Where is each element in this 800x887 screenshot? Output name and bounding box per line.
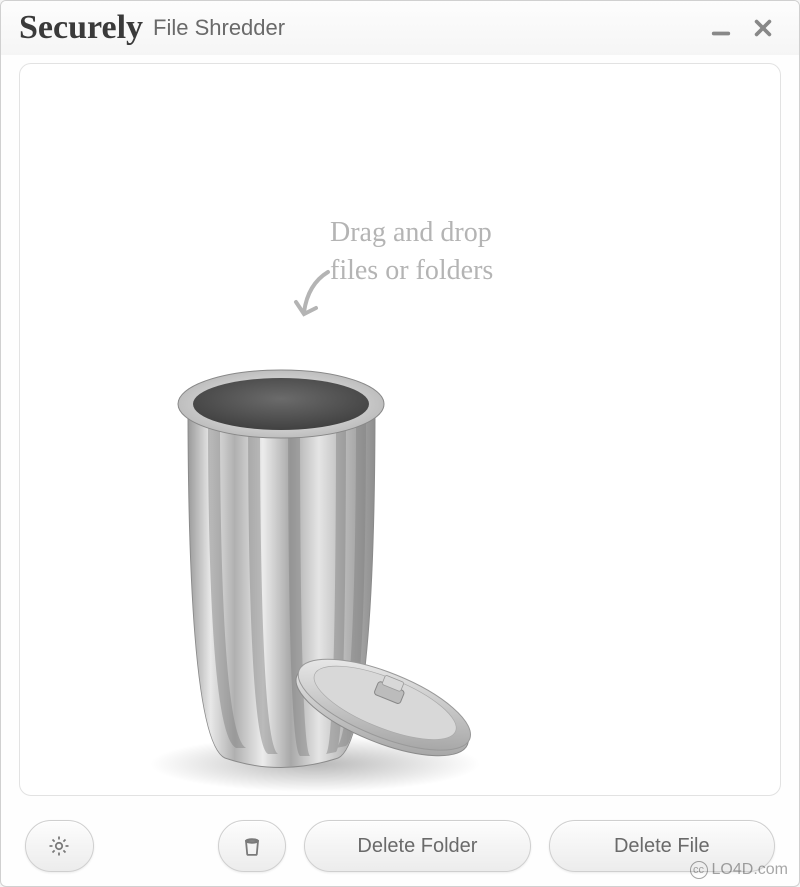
close-icon bbox=[752, 17, 774, 39]
cc-icon: cc bbox=[690, 861, 708, 879]
watermark-text: LO4D.com bbox=[712, 861, 788, 879]
gear-icon bbox=[47, 834, 71, 858]
trash-can-open-icon bbox=[140, 334, 560, 794]
empty-trash-button[interactable] bbox=[218, 820, 287, 872]
trash-icon bbox=[240, 834, 264, 858]
titlebar: Securely File Shredder bbox=[1, 1, 799, 55]
app-title-sub: File Shredder bbox=[153, 15, 285, 41]
delete-file-label: Delete File bbox=[614, 835, 710, 858]
drop-hint-text: Drag and drop files or folders bbox=[330, 214, 493, 290]
close-button[interactable] bbox=[745, 10, 781, 46]
delete-folder-button[interactable]: Delete Folder bbox=[304, 820, 530, 872]
hint-arrow-icon bbox=[288, 264, 338, 339]
app-window: Securely File Shredder Drag and drop fil… bbox=[0, 0, 800, 887]
minimize-button[interactable] bbox=[703, 10, 739, 46]
watermark: cc LO4D.com bbox=[690, 861, 788, 879]
app-title-main: Securely bbox=[19, 9, 143, 47]
bottom-toolbar: Delete Folder Delete File bbox=[1, 806, 799, 886]
drop-zone[interactable]: Drag and drop files or folders bbox=[19, 63, 781, 796]
minimize-icon bbox=[710, 17, 732, 39]
settings-button[interactable] bbox=[25, 820, 94, 872]
delete-folder-label: Delete Folder bbox=[357, 835, 477, 858]
